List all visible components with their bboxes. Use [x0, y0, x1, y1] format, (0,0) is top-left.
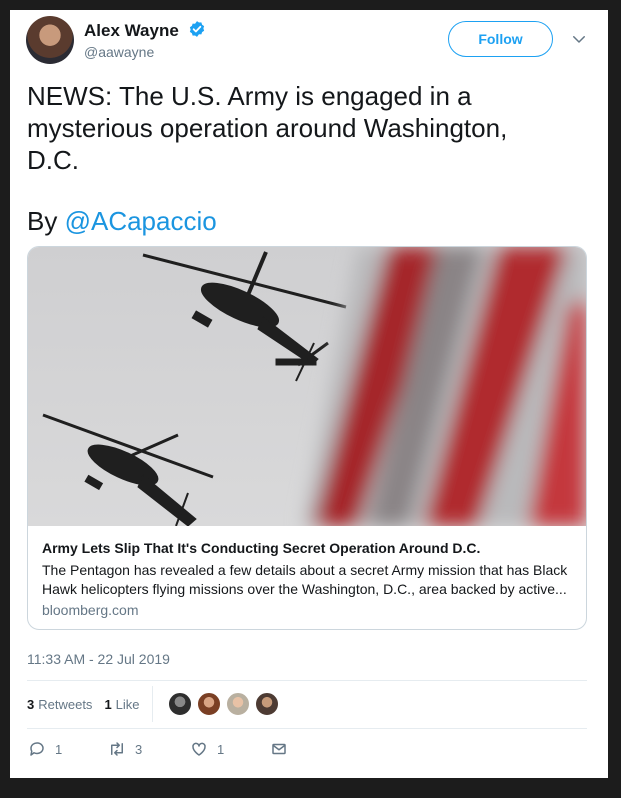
- author-handle[interactable]: @aawayne: [84, 44, 154, 60]
- tweet-card: Alex Wayne @aawayne Follow NEWS: The U.S…: [10, 10, 608, 778]
- retweet-count: 3: [135, 741, 143, 757]
- follow-button[interactable]: Follow: [448, 21, 553, 57]
- retweets-count: 3: [27, 696, 35, 712]
- link-preview-card[interactable]: Army Lets Slip That It's Conducting Secr…: [27, 246, 587, 630]
- verified-badge-icon: [188, 20, 206, 43]
- like-action[interactable]: 1: [190, 740, 224, 758]
- tweet-actions: 1 3 1: [28, 740, 588, 762]
- envelope-icon[interactable]: [270, 740, 288, 758]
- heart-icon[interactable]: [190, 740, 208, 758]
- likes-label: Like: [115, 696, 140, 712]
- author-avatar[interactable]: [26, 16, 74, 64]
- tweet-header: Alex Wayne @aawayne Follow: [26, 14, 596, 66]
- engagement-stats: 3 Retweets 1 Like: [27, 686, 587, 722]
- liker-avatar[interactable]: [225, 692, 250, 716]
- divider: [27, 728, 587, 729]
- dm-action[interactable]: [270, 740, 288, 758]
- retweets-label: Retweets: [38, 696, 93, 712]
- mention-link[interactable]: @ACapaccio: [65, 206, 217, 236]
- author-name-row[interactable]: Alex Wayne: [84, 20, 206, 43]
- link-card-title[interactable]: Army Lets Slip That It's Conducting Secr…: [42, 539, 574, 557]
- stats-separator: [151, 686, 153, 722]
- like-count: 1: [217, 741, 225, 757]
- chevron-down-icon[interactable]: [570, 30, 588, 48]
- tweet-timestamp[interactable]: 11:33 AM - 22 Jul 2019: [27, 651, 170, 667]
- link-card-body[interactable]: Army Lets Slip That It's Conducting Secr…: [42, 539, 574, 618]
- reply-action[interactable]: 1: [28, 740, 62, 758]
- retweet-action[interactable]: 3: [108, 740, 142, 758]
- liker-avatar[interactable]: [196, 692, 221, 716]
- retweet-icon[interactable]: [108, 740, 126, 758]
- link-card-description: The Pentagon has revealed a few details …: [42, 562, 568, 597]
- author-name[interactable]: Alex Wayne: [84, 21, 179, 40]
- likes-count: 1: [104, 696, 112, 712]
- reply-icon[interactable]: [28, 740, 46, 758]
- likes-stat[interactable]: 1 Like: [104, 697, 139, 712]
- liker-avatar[interactable]: [167, 692, 192, 716]
- reply-count: 1: [55, 741, 63, 757]
- tweet-text: NEWS: The U.S. Army is engaged in a myst…: [27, 81, 508, 175]
- liker-avatar[interactable]: [254, 692, 279, 716]
- divider: [27, 680, 587, 681]
- tweet-byline: By @ACapaccio: [27, 205, 217, 237]
- link-card-domain: bloomberg.com: [42, 602, 139, 618]
- link-card-image[interactable]: [28, 247, 586, 526]
- retweets-stat[interactable]: 3 Retweets: [27, 697, 92, 712]
- byline-prefix: By: [27, 206, 65, 236]
